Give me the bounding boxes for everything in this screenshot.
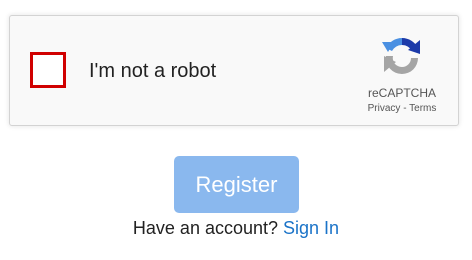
recaptcha-brand-name: reCAPTCHA — [367, 86, 436, 100]
recaptcha-branding: reCAPTCHA Privacy - Terms — [360, 32, 444, 114]
not-a-robot-label: I'm not a robot — [89, 60, 217, 82]
recaptcha-widget: I'm not a robot reCAPTCHA Privacy - Term… — [9, 15, 459, 126]
recaptcha-logo-icon — [382, 38, 420, 75]
links-separator: - — [403, 103, 407, 114]
not-a-robot-checkbox[interactable] — [30, 52, 66, 88]
registration-page: I'm not a robot reCAPTCHA Privacy - Term… — [0, 0, 472, 260]
account-prompt-text: Have an account? — [132, 218, 279, 238]
account-prompt-line: Have an account? Sign In — [0, 218, 472, 239]
terms-link[interactable]: Terms — [409, 103, 436, 114]
sign-in-link[interactable]: Sign In — [283, 218, 339, 238]
privacy-link[interactable]: Privacy — [368, 103, 401, 114]
recaptcha-links: Privacy - Terms — [360, 103, 444, 114]
register-button[interactable]: Register — [174, 156, 299, 213]
